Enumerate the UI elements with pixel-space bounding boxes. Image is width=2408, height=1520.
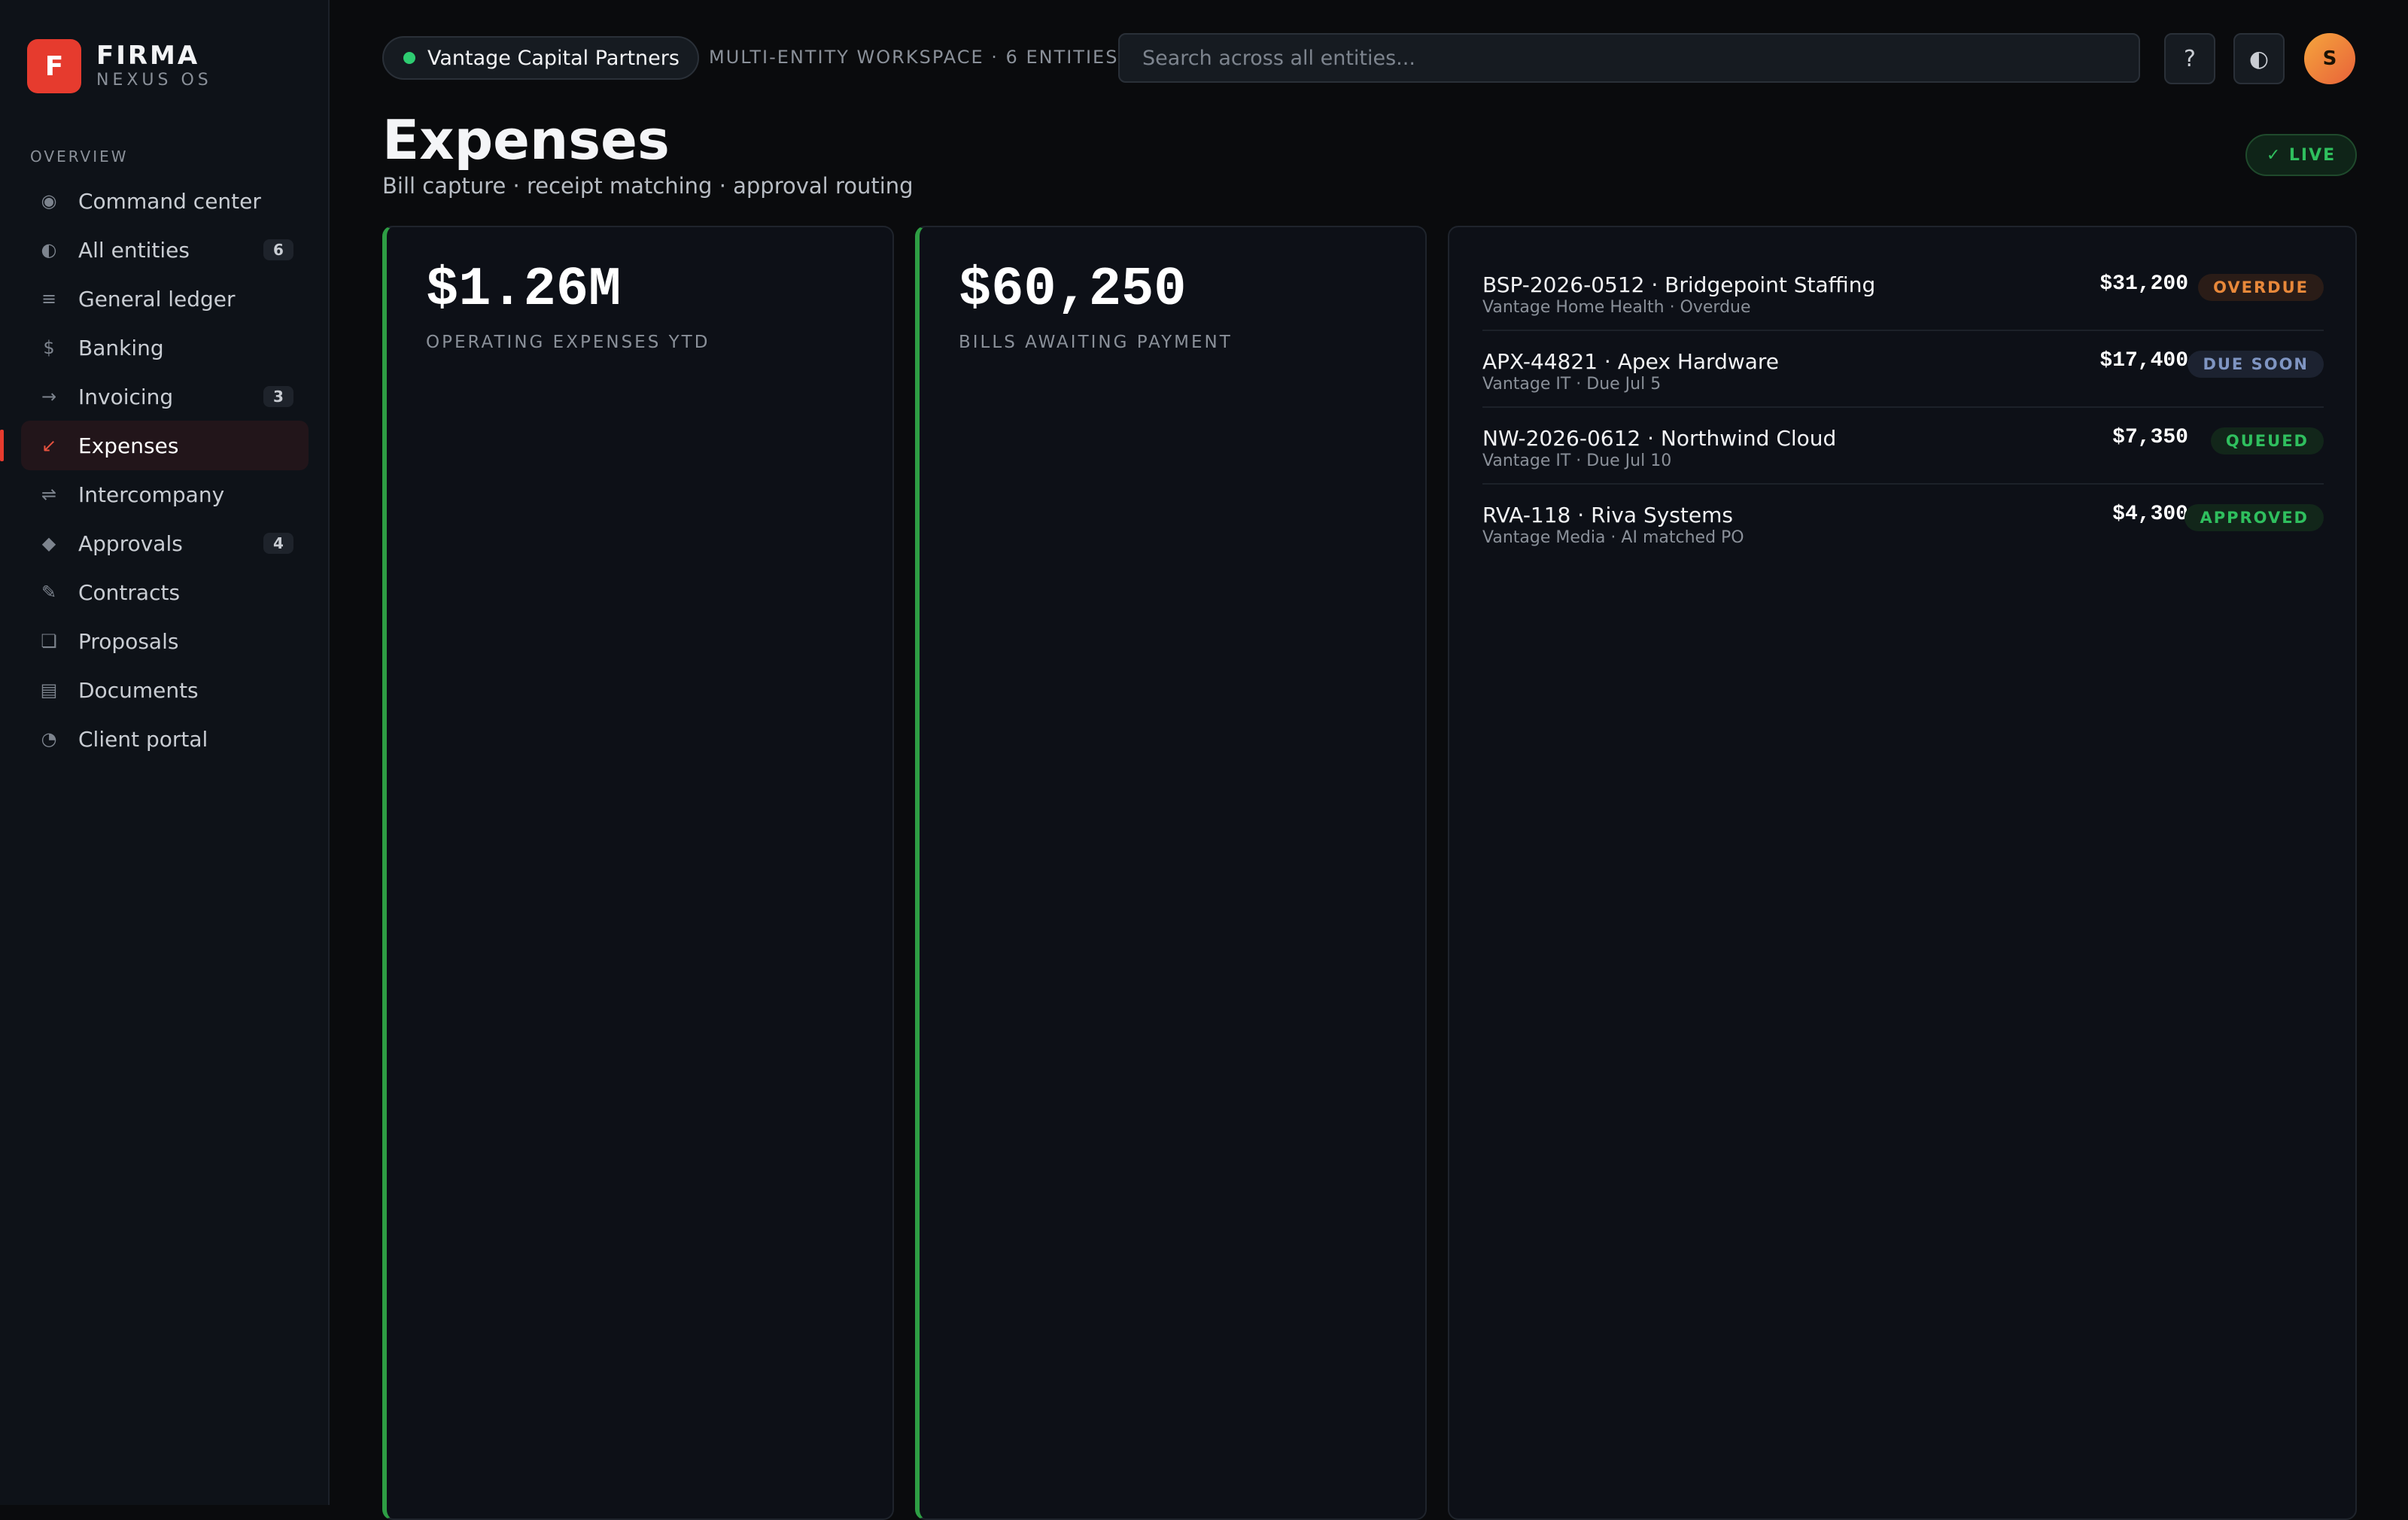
bill-row[interactable]: NW-2026-0612 · Northwind Cloud Vantage I…	[1482, 408, 2324, 485]
live-status-badge: ✓ LIVE	[2245, 134, 2357, 176]
arrow-down-left-icon: ↙	[41, 435, 57, 456]
kpi-card-bills-awaiting: $60,250 BILLS AWAITING PAYMENT	[915, 226, 1427, 1520]
bill-title: APX-44821 · Apex Hardware	[1482, 349, 1780, 374]
sidebar-item-proposals[interactable]: ❏ Proposals	[21, 616, 309, 666]
sidebar-item-all-entities[interactable]: ◐ All entities 6	[21, 225, 309, 275]
bill-row[interactable]: BSP-2026-0512 · Bridgepoint Staffing Van…	[1482, 254, 2324, 331]
kpi-label: BILLS AWAITING PAYMENT	[959, 333, 1233, 352]
search-input[interactable]	[1118, 33, 2140, 83]
brand-subtitle: NEXUS OS	[96, 71, 212, 90]
document-icon: ▤	[40, 679, 58, 701]
theme-toggle-button[interactable]: ◐	[2233, 33, 2285, 84]
bill-row[interactable]: RVA-118 · Riva Systems Vantage Media · A…	[1482, 485, 2324, 561]
status-badge: APPROVED	[2185, 504, 2324, 531]
diamond-icon: ◆	[41, 533, 56, 554]
sidebar-item-label: Expenses	[78, 433, 179, 458]
status-badge: OVERDUE	[2198, 274, 2324, 301]
status-badge: QUEUED	[2210, 427, 2324, 454]
brand-name: FIRMA	[96, 41, 200, 71]
help-icon: ?	[2184, 45, 2196, 72]
sidebar-item-label: Command center	[78, 188, 261, 214]
arrow-right-icon: →	[41, 386, 57, 407]
half-circle-icon: ◐	[41, 239, 57, 260]
sidebar-item-label: General ledger	[78, 286, 236, 312]
dollar-icon: $	[43, 337, 55, 358]
bill-amount: $31,200	[2099, 272, 2188, 296]
bill-amount: $7,350	[2112, 426, 2188, 449]
entity-name: Vantage Capital Partners	[427, 46, 680, 70]
sidebar-item-label: Intercompany	[78, 482, 225, 507]
sidebar-item-label: Contracts	[78, 579, 181, 605]
sidebar-item-label: Invoicing	[78, 384, 174, 409]
kpi-card-operating-expenses: $1.26M OPERATING EXPENSES YTD	[382, 226, 894, 1520]
portal-icon: ◔	[41, 728, 57, 749]
bill-amount: $4,300	[2112, 503, 2188, 526]
sidebar-nav: ◉ Command center ◐ All entities 6 ≡ Gene…	[0, 176, 309, 764]
status-dot-icon	[403, 52, 415, 64]
sidebar-item-general-ledger[interactable]: ≡ General ledger	[21, 274, 309, 324]
bill-subtitle: Vantage Home Health · Overdue	[1482, 298, 1751, 317]
bills-card: BSP-2026-0512 · Bridgepoint Staffing Van…	[1448, 226, 2357, 1520]
sidebar-item-contracts[interactable]: ✎ Contracts	[21, 567, 309, 617]
theme-icon: ◐	[2248, 45, 2270, 72]
bill-row[interactable]: APX-44821 · Apex Hardware Vantage IT · D…	[1482, 331, 2324, 408]
kpi-value: $60,250	[959, 259, 1187, 321]
sidebar-item-invoicing[interactable]: → Invoicing 3	[21, 372, 309, 421]
sidebar-item-expenses[interactable]: ↙ Expenses	[0, 421, 309, 470]
bill-title: RVA-118 · Riva Systems	[1482, 503, 1733, 527]
page-subtitle: Bill capture · receipt matching · approv…	[382, 173, 914, 199]
bill-amount: $17,400	[2099, 349, 2188, 372]
sidebar-item-intercompany[interactable]: ⇌ Intercompany	[21, 470, 309, 519]
bill-subtitle: Vantage IT · Due Jul 5	[1482, 375, 1662, 394]
bill-list: BSP-2026-0512 · Bridgepoint Staffing Van…	[1482, 254, 2324, 561]
sidebar-item-documents[interactable]: ▤ Documents	[21, 665, 309, 715]
brand-text: FIRMA NEXUS OS	[96, 41, 212, 91]
target-icon: ◉	[41, 190, 57, 211]
bill-title: BSP-2026-0512 · Bridgepoint Staffing	[1482, 272, 1876, 297]
brand-logo: F	[27, 39, 81, 93]
count-badge: 6	[263, 239, 293, 260]
sidebar-item-label: Documents	[78, 677, 199, 703]
count-badge: 4	[263, 533, 293, 554]
sidebar-item-label: Approvals	[78, 530, 183, 556]
sidebar-item-label: Banking	[78, 335, 164, 360]
help-button[interactable]: ?	[2164, 33, 2215, 84]
sidebar-item-label: Client portal	[78, 726, 208, 752]
brand[interactable]: F FIRMA NEXUS OS	[27, 39, 212, 93]
workspace-label: MULTI-ENTITY WORKSPACE · 6 ENTITIES	[709, 47, 1119, 68]
pencil-icon: ✎	[41, 582, 57, 603]
kpi-label: OPERATING EXPENSES YTD	[426, 333, 710, 352]
bill-subtitle: Vantage Media · AI matched PO	[1482, 528, 1744, 547]
entity-switcher[interactable]: Vantage Capital Partners	[382, 36, 699, 80]
ledger-icon: ≡	[41, 288, 57, 309]
nav-section-label: OVERVIEW	[30, 147, 129, 166]
sidebar-item-command-center[interactable]: ◉ Command center	[21, 176, 309, 226]
kpi-value: $1.26M	[426, 259, 622, 321]
bill-subtitle: Vantage IT · Due Jul 10	[1482, 451, 1672, 470]
exchange-icon: ⇌	[41, 484, 57, 505]
avatar[interactable]: S	[2304, 33, 2355, 84]
page-title: Expenses	[382, 108, 670, 172]
sidebar-item-label: Proposals	[78, 628, 179, 654]
sidebar-item-label: All entities	[78, 237, 190, 263]
proposal-icon: ❏	[41, 631, 57, 652]
count-badge: 3	[263, 386, 293, 407]
sidebar-item-banking[interactable]: $ Banking	[21, 323, 309, 372]
sidebar-item-approvals[interactable]: ◆ Approvals 4	[21, 518, 309, 568]
bill-title: NW-2026-0612 · Northwind Cloud	[1482, 426, 1837, 451]
sidebar-item-client-portal[interactable]: ◔ Client portal	[21, 714, 309, 764]
status-badge: DUE SOON	[2188, 351, 2324, 378]
sidebar: F FIRMA NEXUS OS OVERVIEW ◉ Command cent…	[0, 0, 330, 1505]
